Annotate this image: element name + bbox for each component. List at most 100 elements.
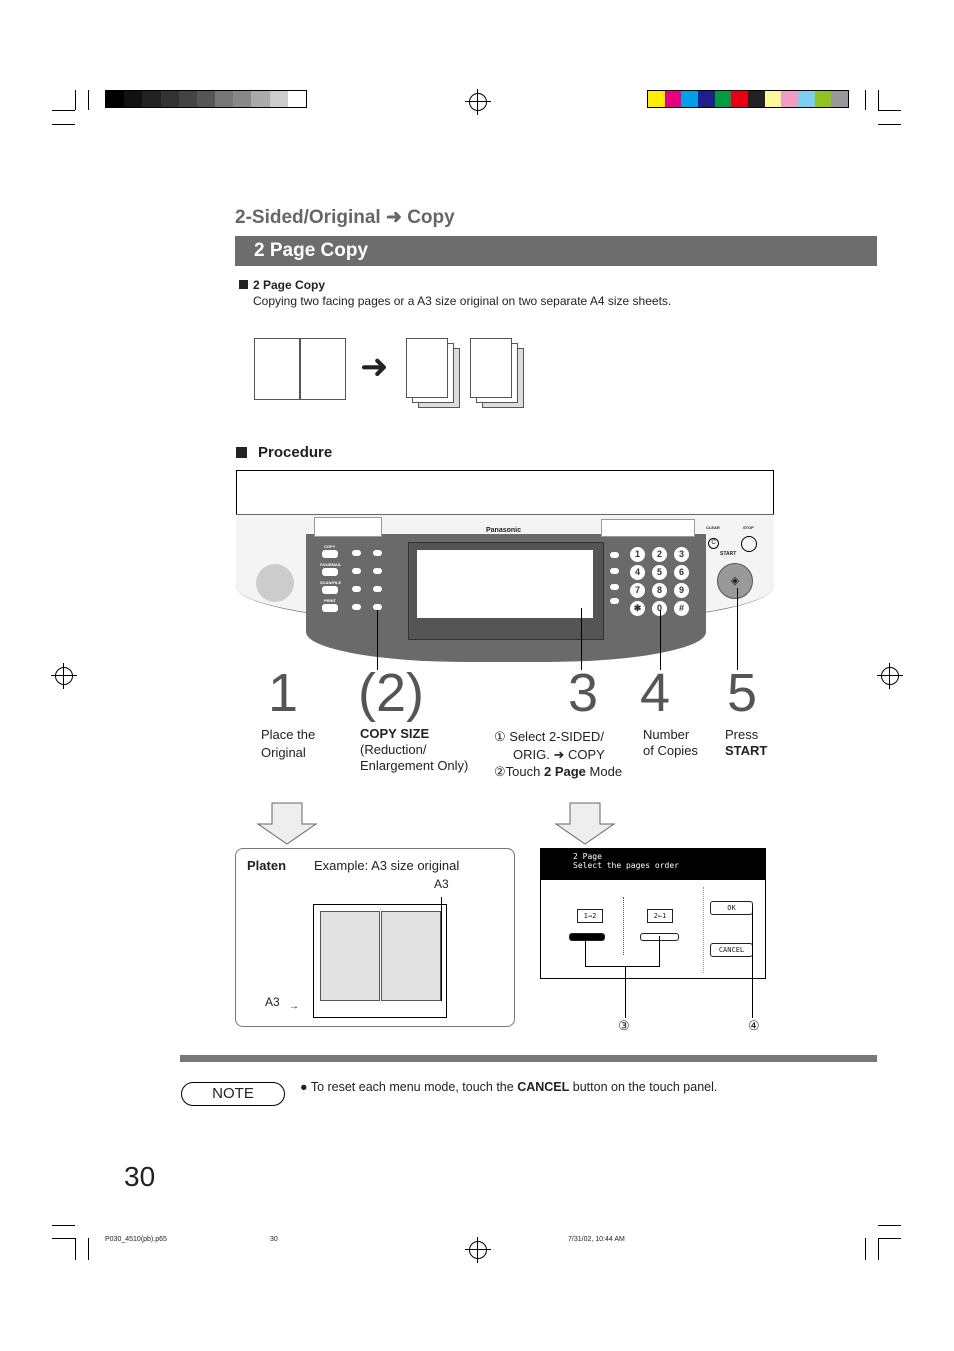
crop-mark [878, 1238, 901, 1239]
color-swatch [160, 91, 180, 107]
manual-page: 2-Sided/Original ➜ Copy 2 Page Copy 2 Pa… [0, 0, 954, 1351]
step-2-text: COPY SIZE (Reduction/Enlargement Only) [360, 726, 469, 773]
keypad-key: 2 [652, 547, 667, 562]
order-1-to-2-button[interactable] [569, 933, 605, 941]
color-swatch [196, 91, 217, 107]
keypad-key: 9 [674, 583, 689, 598]
crop-mark [878, 124, 901, 125]
color-swatch [814, 91, 833, 107]
color-swatch [714, 91, 733, 107]
step-1-number: 1 [268, 663, 299, 723]
step-3-text: ① Select 2-SIDED/ ORIG. ➜ COPY ②Touch 2 … [494, 729, 623, 779]
crop-mark [88, 1238, 89, 1260]
crop-mark [52, 124, 75, 125]
color-swatch [831, 91, 849, 107]
fax-mode-button [322, 568, 338, 576]
page-banner: 2 Page Copy [235, 236, 877, 266]
registration-mark-icon [465, 1237, 491, 1263]
color-swatch [215, 91, 235, 107]
color-swatch [781, 91, 799, 107]
crop-mark [75, 1238, 76, 1260]
crop-mark [88, 90, 89, 110]
intro-text: Copying two facing pages or a A3 size or… [253, 294, 672, 308]
step-5-number: 5 [727, 663, 758, 723]
color-swatch [287, 91, 307, 107]
numeric-keypad: 1 2 3 4 5 6 7 8 9 ✱ 0 # [630, 547, 700, 617]
down-arrow-icon [554, 802, 616, 845]
keypad-key: 6 [674, 565, 689, 580]
color-swatch [764, 91, 783, 107]
crop-mark [75, 90, 76, 110]
platen-title: Platen [247, 858, 287, 873]
keypad-key: 1 [630, 547, 645, 562]
open-book-illustration [254, 338, 346, 400]
right-arrow-icon: ➜ [360, 348, 389, 386]
down-arrow-icon [256, 802, 318, 845]
brand-logo: Panasonic [486, 527, 522, 534]
mode-label-fax: FAX/EMAIL [320, 562, 342, 567]
separate-sheets-illustration [406, 338, 526, 410]
touch-screen-illustration: 2 Page Select the pages order 1→2 2←1 OK… [540, 848, 766, 979]
mode-label-print: PRINT [324, 598, 336, 603]
color-swatch [731, 91, 749, 107]
cancel-button[interactable]: CANCEL [710, 943, 753, 957]
keypad-key: # [674, 601, 689, 616]
intro-heading: 2 Page Copy [253, 278, 326, 292]
color-swatch [106, 91, 126, 107]
footer-page: 30 [270, 1236, 278, 1243]
ok-button[interactable]: OK [710, 901, 753, 915]
crop-mark [865, 90, 866, 110]
footer-date: 7/31/02, 10:44 AM [568, 1236, 625, 1243]
color-swatch [648, 91, 666, 107]
step-4-text: Number of Copies [643, 727, 698, 758]
mode-label-copy: COPY [324, 544, 336, 549]
keypad-key: 5 [652, 565, 667, 580]
step-1-text: Place the Original [261, 727, 316, 760]
stop-label: STOP [743, 525, 754, 530]
square-bullet-icon [239, 280, 248, 289]
step-3-number: 3 [568, 663, 599, 723]
color-swatch [178, 91, 198, 107]
print-mode-button [322, 604, 338, 612]
color-swatch [251, 91, 271, 107]
color-swatch [748, 91, 766, 107]
start-label: START [720, 551, 737, 557]
color-swatch [681, 91, 699, 107]
touch-screen-header: 2 Page Select the pages order [541, 849, 765, 880]
registration-mark-icon [877, 663, 903, 689]
a3-label-top: A3 [434, 877, 449, 891]
note-label: NOTE [181, 1082, 285, 1106]
crop-mark [52, 1225, 75, 1226]
step-4-number: 4 [640, 663, 671, 723]
start-button: ◈ [717, 563, 753, 599]
platen-example: Example: A3 size original [314, 858, 460, 873]
color-swatch [698, 91, 716, 107]
keypad-key: 3 [674, 547, 689, 562]
step-2-number: (2) [358, 663, 424, 723]
order-1-to-2-icon: 1→2 [577, 909, 603, 923]
note-text: ● To reset each menu mode, touch the CAN… [300, 1080, 718, 1094]
crop-mark [878, 1225, 901, 1226]
step-5-text: Press START [725, 727, 768, 758]
scan-mode-button [322, 586, 338, 594]
crop-mark [52, 110, 75, 111]
stop-button [741, 536, 757, 552]
control-panel-illustration: Panasonic COPY FAX/EMAIL SCAN/FILE PRINT… [236, 470, 774, 670]
color-swatch [269, 91, 289, 107]
callout-4: ④ [748, 1018, 760, 1033]
grayscale-color-bar [105, 90, 307, 108]
page-number: 30 [124, 1161, 156, 1192]
color-swatch [124, 91, 144, 107]
color-swatch [664, 91, 683, 107]
crop-mark [865, 1238, 866, 1260]
keypad-key: 7 [630, 583, 645, 598]
keypad-key: ✱ [630, 601, 645, 616]
order-2-to-1-icon: 2←1 [647, 909, 673, 923]
touch-panel-display [417, 550, 593, 618]
process-color-bar [647, 90, 849, 108]
keypad-key: 4 [630, 565, 645, 580]
platen-illustration: Platen Example: A3 size original A3 A3 → [235, 848, 515, 1027]
a3-label-left: A3 [265, 995, 280, 1009]
document-cover-button [256, 564, 294, 602]
color-swatch [798, 91, 816, 107]
